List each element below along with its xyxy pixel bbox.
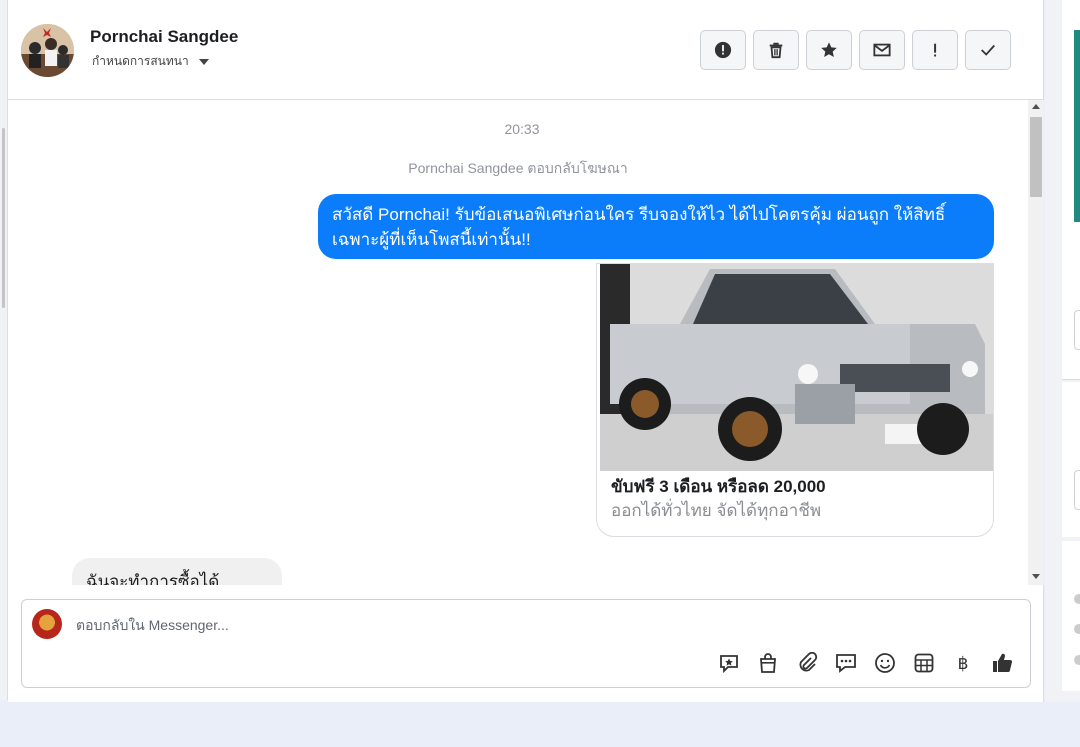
scroll-thumb[interactable] [1030,117,1042,197]
right-card-bottom [1062,541,1080,691]
right-card-image [1074,30,1080,222]
exclamation-icon [934,43,937,57]
radio-option[interactable] [1074,624,1080,634]
conversation-panel: Pornchai Sangdee กำหนดการสนทนา 20:33 Por… [8,0,1044,702]
ad-card-title: ขับฟรี 3 เดือน หรือลด 20,000 [611,477,826,496]
right-sidebar [1045,0,1080,702]
right-card-input[interactable] [1074,470,1080,510]
star-button[interactable] [806,30,852,70]
right-card-middle [1062,382,1080,537]
svg-text:฿: ฿ [958,654,969,674]
baht-icon[interactable]: ฿ [952,652,974,674]
thread-scrollbar[interactable] [1028,100,1044,585]
priority-button[interactable] [912,30,958,70]
envelope-icon [873,43,891,57]
scroll-down-icon[interactable] [1032,574,1040,579]
message-composer[interactable]: ตอบกลับใน Messenger... ฿ [21,599,1031,688]
chat-bubbles-icon[interactable] [835,652,857,674]
paperclip-icon[interactable] [796,652,818,674]
reply-input[interactable]: ตอบกลับใน Messenger... [76,615,229,637]
header-actions [700,30,1011,70]
thumbs-up-icon[interactable] [991,652,1013,674]
trash-icon [769,42,783,59]
assign-conversation-dropdown[interactable]: กำหนดการสนทนา [92,52,209,71]
report-button[interactable] [700,30,746,70]
radio-option[interactable] [1074,655,1080,665]
done-button[interactable] [965,30,1011,70]
table-icon[interactable] [913,652,935,674]
saved-reply-icon[interactable] [718,652,740,674]
radio-option[interactable] [1074,594,1080,604]
outgoing-message: สวัสดี Pornchai! รับข้อเสนอพิเศษก่อนใคร … [318,194,994,259]
ad-image [600,264,993,471]
composer-toolbar: ฿ [718,652,1013,674]
left-scrollbar[interactable] [2,128,5,308]
assign-label: กำหนดการสนทนา [92,54,189,68]
incoming-message: ฉันจะทำการซื้อได้อย่างไร [72,558,282,585]
delete-button[interactable] [753,30,799,70]
ad-card-subtitle: ออกได้ทั่วไทย จัดได้ทุกอาชีพ [611,501,822,520]
shop-bag-icon[interactable] [757,652,779,674]
message-thread: 20:33 Pornchai Sangdee ตอบกลับโฆษณา สวัส… [8,100,1044,585]
left-panel-edge [0,0,8,700]
contact-avatar[interactable] [21,24,74,77]
check-icon [981,44,995,56]
contact-name[interactable]: Pornchai Sangdee [90,27,238,47]
mark-unread-button[interactable] [859,30,905,70]
alert-circle-icon [714,41,732,59]
conversation-header: Pornchai Sangdee กำหนดการสนทนา [8,0,1044,100]
ad-card[interactable]: ขับฟรี 3 เดือน หรือลด 20,000 ออกได้ทั่วไ… [596,263,994,537]
right-card-button[interactable] [1074,310,1080,350]
page-avatar [32,609,62,639]
ad-reply-note: Pornchai Sangdee ตอบกลับโฆษณา [408,160,628,176]
scroll-up-icon[interactable] [1032,104,1040,109]
star-icon [821,42,837,58]
caret-down-icon [198,58,209,65]
emoji-icon[interactable] [874,652,896,674]
message-timestamp: 20:33 [504,121,540,137]
